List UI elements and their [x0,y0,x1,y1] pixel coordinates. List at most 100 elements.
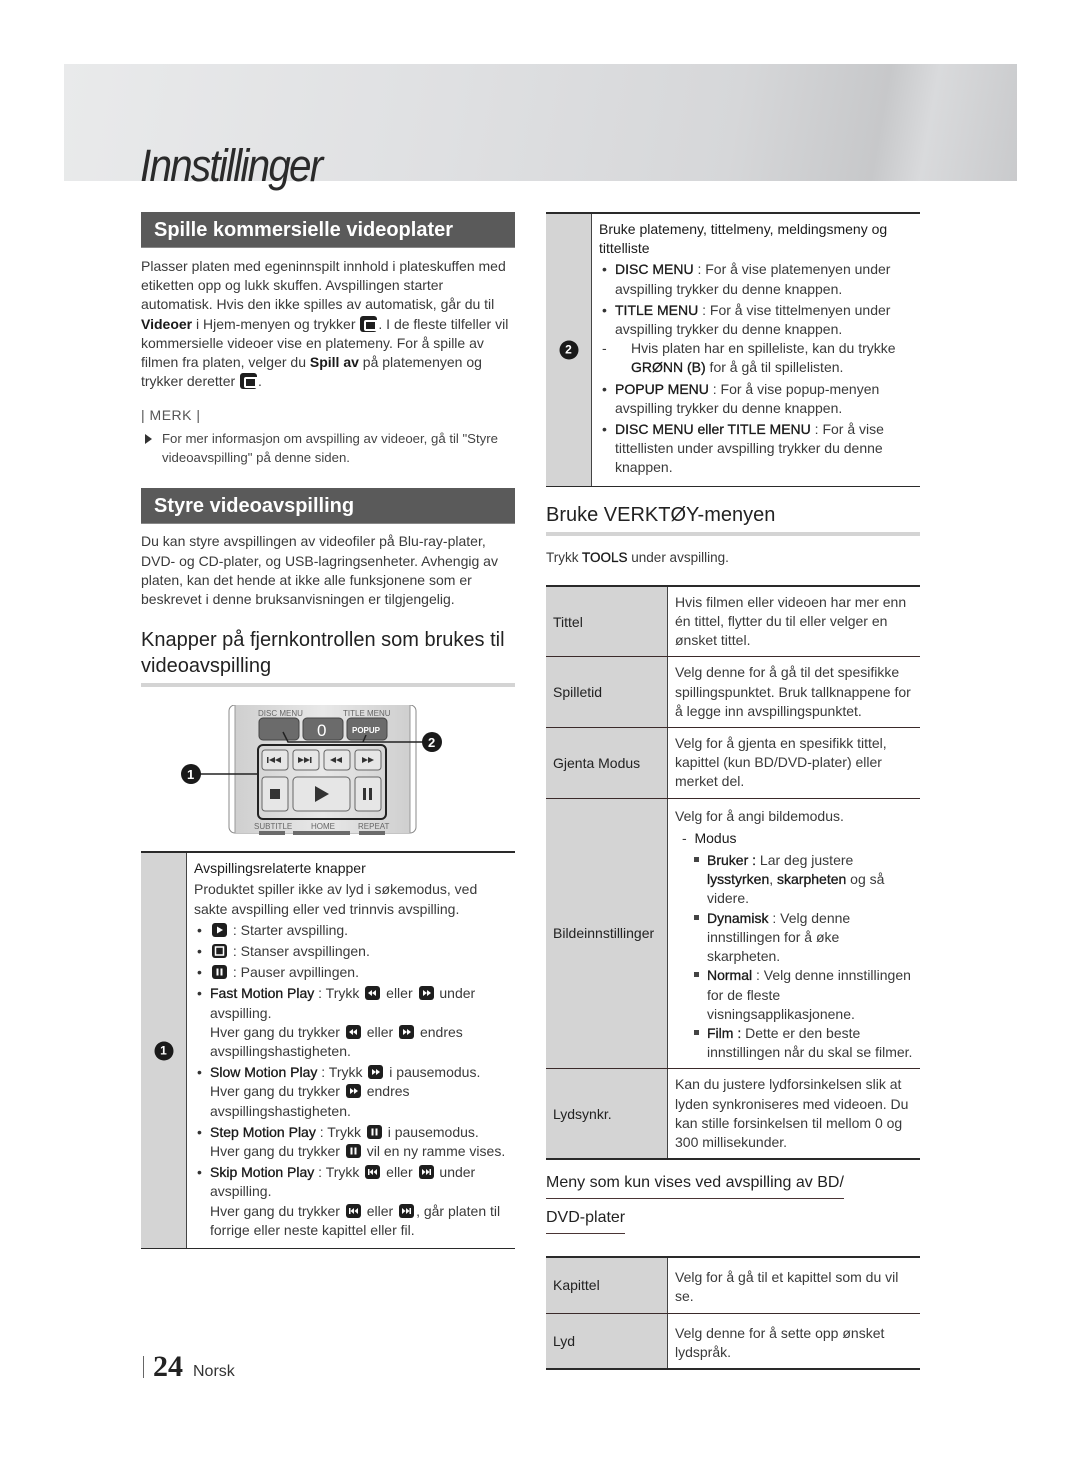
sub-item-playlist: Hvis platen har en spilleliste, kan du t… [599,339,916,377]
fast-forward-key-icon [399,1024,415,1039]
mode-dynamisk: Dynamisk : Velg denne innstillingen for … [691,909,916,967]
subheading-remote-buttons: Knapper på fjernkontrollen som brukes ti… [141,627,515,688]
remote-control-image: DISC MENU TITLE MENU 0 POPUP SUBTITLE HO… [181,704,442,836]
row-description: Hvis filmen eller videoen har mer enn én… [675,593,907,649]
row-label: Bildeinnstillinger [546,798,668,1069]
section-heading-spille: Spille kommersielle videoplater [141,212,515,248]
mode-film: Film : Dette er den beste innstillingen … [691,1024,916,1062]
row-description: Velg denne for å sette opp ønsket lydspr… [675,1324,885,1360]
home-label: HOME [311,822,335,831]
row-label: Lydsynkr. [546,1069,668,1159]
playback-buttons-table: 1 Avspillingsrelaterte knapper Produktet… [141,851,515,1250]
row-label: Lyd [546,1313,668,1368]
disc-menu-label: DISC MENU [258,709,303,718]
table-title: Avspillingsrelaterte knapper [194,860,366,877]
table-intro: Produktet spiller ikke av lyd i søkemodu… [194,881,478,917]
skip-forward-key-icon [399,1203,415,1218]
subtitle-label: SUBTITLE [254,822,292,831]
playback-buttons-content: Avspillingsrelaterte knapper Produktet s… [187,853,515,1248]
stop-key-icon [212,944,227,959]
svg-text:2: 2 [428,735,435,750]
note-text: For mer informasjon om avspilling av vid… [162,431,498,466]
note-label: | MERK | [141,407,201,424]
footer-divider [143,1356,144,1378]
row-label: Tittel [546,586,668,657]
zero-key-label: 0 [317,721,326,740]
enter-key-icon [240,373,258,390]
list-item-play: : Starter avspilling. [194,921,511,940]
list-item-stop: : Stanser avspillingen. [194,942,511,961]
page-number: 24 [153,1350,183,1383]
list-item-pause: : Pauser avpillingen. [194,963,511,982]
skip-back-key-icon [365,1165,381,1180]
bd-menu-heading: Meny som kun vises ved avspilling av BD/… [546,1174,920,1235]
row-number-cell: 2 [546,214,592,486]
list-item-disc-menu: DISC MENU : For å vise platemenyen under… [599,260,916,298]
list-item-popup-menu: POPUP MENU : For å vise popup-menyen avs… [599,380,916,418]
bold-term: Spill av [309,354,359,371]
popup-key-label: POPUP [352,726,381,735]
note-item: For mer informasjon om avspilling av vid… [141,429,515,467]
list-item-slow-motion: Slow Motion Play : Trykk i pausemodus. H… [194,1063,511,1121]
bd-heading-line2: DVD-plater [546,1209,626,1235]
list-item-disc-or-title-menu: DISC MENU eller TITLE MENU : For å vise … [599,420,916,478]
page-title: Innstillinger [140,140,323,191]
modus-item: - Modus [682,829,737,846]
right-column: 2 Bruke platemeny, tittelmeny, meldingsm… [546,212,920,1370]
row-description: Velg denne for å gå til det spesifikke s… [675,664,911,719]
bold-term: Videoer [141,315,193,332]
play-key-icon [212,922,227,937]
intro-paragraph: Plasser platen med egeninnspilt innhold … [141,258,509,390]
rewind-key-icon [365,986,381,1001]
table-row: Gjenta Modus Velg for å gjenta en spesif… [546,728,920,799]
title-menu-label: TITLE MENU [343,709,391,718]
list-item-step-motion: Step Motion Play : Trykk i pausemodus. H… [194,1123,511,1161]
number-2-icon: 2 [559,340,578,360]
table-row-picture-settings: Bildeinnstillinger Velg for å angi bilde… [546,798,920,1070]
remote-illustration: DISC MENU TITLE MENU 0 POPUP SUBTITLE HO… [141,704,515,845]
section-heading-styre: Styre videoavspilling [141,488,515,525]
pause-key-icon [366,1124,382,1139]
bd-menu-table: Kapittel Velg for å gå til et kapittel s… [546,1256,920,1370]
language-label: Norsk [193,1363,235,1380]
styre-paragraph: Du kan styre avspillingen av videofiler … [141,533,498,608]
svg-text:1: 1 [187,767,194,782]
list-item-fast-motion: Fast Motion Play : Trykk eller under avs… [194,984,511,1061]
table-row: Lydsynkr. Kan du justere lydforsinkelsen… [546,1069,920,1161]
subheading-tools-menu: Bruke VERKTØY-menyen [546,502,920,536]
tools-intro: Trykk TOOLS under avspilling. [546,549,729,565]
row-number-cell: 1 [141,853,187,1249]
bd-heading-line1: Meny som kun vises ved avspilling av BD/ [546,1174,844,1200]
table-row: Lyd Velg denne for å sette opp ønsket ly… [546,1313,920,1370]
skip-forward-key-icon [418,1165,434,1180]
rewind-key-icon [345,1024,361,1039]
table-title: Bruke platemeny, tittelmeny, meldingsmen… [599,221,888,257]
menu-buttons-table: 2 Bruke platemeny, tittelmeny, meldingsm… [546,212,920,487]
table-row: Tittel Hvis filmen eller videoen har mer… [546,586,920,658]
row-description: Velg for å gjenta en spesifikk tittel, k… [675,735,887,790]
page-footer: 24 Norsk [143,1350,235,1384]
list-item-title-menu: TITLE MENU : For å vise tittelmenyen und… [599,301,916,378]
fast-forward-key-icon [418,986,434,1001]
table-row: Kapittel Velg for å gå til et kapittel s… [546,1258,920,1314]
table-row: Spilletid Velg denne for å gå til det sp… [546,657,920,729]
row-label: Spilletid [546,657,668,728]
fast-forward-key-icon [345,1084,361,1099]
row-description: Kan du justere lydforsinkelsen slik at l… [675,1076,909,1150]
tools-menu-table: Tittel Hvis filmen eller videoen har mer… [546,584,920,1161]
menu-buttons-content: Bruke platemeny, tittelmeny, meldingsmen… [592,214,920,486]
mode-normal: Normal : Velg denne innstillingen for de… [691,966,916,1024]
triangle-bullet-icon [145,434,152,445]
row-description: Velg for å angi bildemodus. - Modus Bruk… [668,799,920,1069]
row-label: Kapittel [546,1258,668,1313]
repeat-label: REPEAT [358,822,390,831]
enter-key-icon [360,315,378,332]
pause-key-icon [212,965,227,980]
left-column: Spille kommersielle videoplater Plasser … [141,212,515,1250]
fast-forward-key-icon [368,1065,384,1080]
pause-key-icon [345,1144,361,1159]
number-1-icon: 1 [154,1041,173,1061]
list-item-skip-motion: Skip Motion Play : Trykk eller under avs… [194,1163,511,1240]
mode-bruker: Bruker : Lar deg justere lysstyrken, ska… [691,851,916,909]
row-label: Gjenta Modus [546,728,668,798]
